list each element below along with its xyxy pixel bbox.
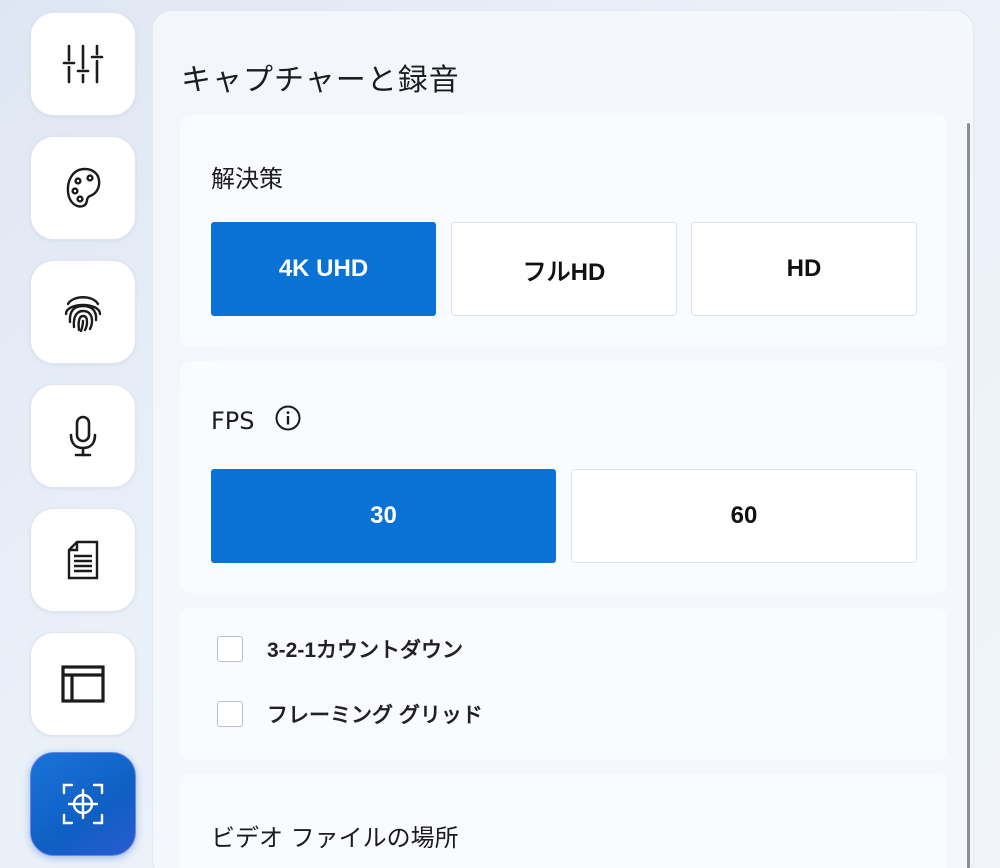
- framing-grid-label: フレーミング グリッド: [267, 704, 483, 727]
- sidebar-item-layout[interactable]: [30, 632, 136, 736]
- document-icon: [67, 540, 99, 580]
- countdown-label: 3-2-1カウントダウン: [267, 639, 464, 662]
- scrollbar[interactable]: [967, 123, 970, 868]
- options-card: 3-2-1カウントダウン フレーミング グリッド: [180, 608, 947, 760]
- fingerprint-icon: [64, 296, 102, 333]
- countdown-toggle[interactable]: 3-2-1カウントダウン: [217, 634, 463, 664]
- fps-card: FPS 30 60: [180, 361, 947, 593]
- video-location-card: ビデオ ファイルの場所: [180, 774, 947, 868]
- countdown-checkbox[interactable]: [217, 636, 243, 662]
- capture-target-icon: [62, 783, 104, 825]
- sidebar-item-documents[interactable]: [30, 508, 136, 612]
- sidebar-item-appearance[interactable]: [30, 136, 136, 240]
- sidebar-item-settings[interactable]: [30, 12, 136, 116]
- fps-option-60[interactable]: 60: [571, 469, 917, 563]
- framing-grid-toggle[interactable]: フレーミング グリッド: [217, 699, 483, 729]
- resolution-option-fullhd[interactable]: フルHD: [451, 222, 677, 316]
- sidebar-item-audio[interactable]: [30, 384, 136, 488]
- fps-option-30[interactable]: 30: [211, 469, 556, 563]
- settings-panel: キャプチャーと録音 解決策 4K UHD フルHD HD FPS 30 60 3…: [152, 10, 974, 868]
- info-icon[interactable]: [275, 405, 301, 431]
- resolution-option-4k[interactable]: 4K UHD: [211, 222, 436, 316]
- framing-grid-checkbox[interactable]: [217, 701, 243, 727]
- fps-label: FPS: [211, 407, 255, 435]
- page-title: キャプチャーと録音: [181, 63, 460, 98]
- sidebar-item-privacy[interactable]: [30, 260, 136, 364]
- video-location-label: ビデオ ファイルの場所: [211, 824, 459, 852]
- resolution-option-hd[interactable]: HD: [691, 222, 917, 316]
- sliders-icon: [62, 44, 104, 84]
- resolution-card: 解決策 4K UHD フルHD HD: [180, 115, 947, 347]
- palette-icon: [66, 167, 101, 208]
- layout-icon: [61, 665, 105, 703]
- resolution-label: 解決策: [211, 165, 283, 193]
- microphone-icon: [69, 415, 97, 457]
- sidebar-item-capture[interactable]: [30, 752, 136, 856]
